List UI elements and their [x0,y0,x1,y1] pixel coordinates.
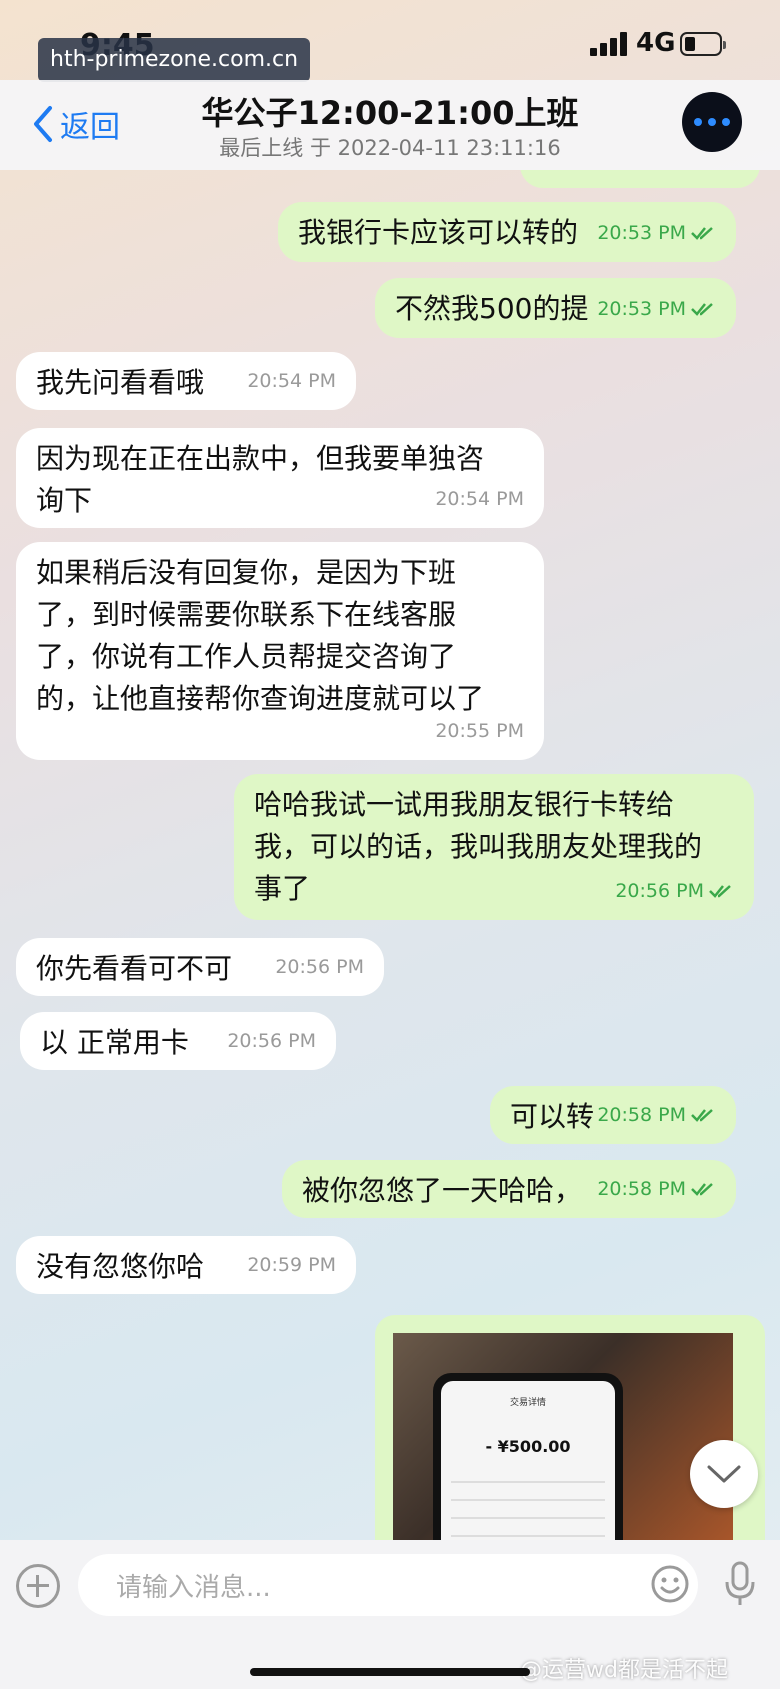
phone-screen: 交易详情 - ¥500.00 [441,1381,615,1540]
screen-amount: - ¥500.00 [485,1437,571,1456]
message-time: 20:54 PM [247,370,336,392]
chevron-down-icon [707,1465,741,1483]
message-time: 20:56 PM [227,1030,316,1052]
transaction-photo[interactable]: 交易详情 - ¥500.00 [393,1333,733,1540]
clipped-message-bubble [520,170,760,188]
message-text: 哈哈我试一试用我朋友银行卡转给 [254,788,675,821]
message-bubble[interactable]: 因为现在正在出款中，但我要单独咨 询下 20:54 PM [16,428,544,528]
message-bubble[interactable]: 我银行卡应该可以转的 20:53 PM [278,202,736,262]
double-check-icon [691,227,713,240]
message-text: 我，可以的话，我叫我朋友处理我的 [254,830,703,863]
double-check-icon [691,1183,713,1196]
message-time: 20:56 PM [275,956,364,978]
message-time: 20:53 PM [597,222,686,244]
status-bar: 9:45 4G hth-primezone.com.cn [0,0,780,82]
image-message-bubble[interactable]: 交易详情 - ¥500.00 [375,1315,765,1540]
emoji-icon[interactable] [650,1564,690,1604]
message-bubble[interactable]: 我先问看看哦 20:54 PM [16,352,356,410]
chat-title: 华公子12:00-21:00上班 [201,94,579,132]
add-attachment-icon[interactable] [16,1564,60,1608]
screen-title: 交易详情 [509,1398,546,1408]
message-bubble[interactable]: 可以转 20:58 PM [490,1086,736,1144]
message-input-bar: 请输入消息... @运营wd都是活不起 [0,1540,780,1689]
phone-in-photo: 交易详情 - ¥500.00 [433,1373,623,1540]
site-watermark: hth-primezone.com.cn [38,38,311,82]
message-time: 20:54 PM [435,488,524,510]
message-time: 20:53 PM [597,298,686,320]
last-seen-status: 最后上线 于 2022-04-11 23:11:16 [219,136,561,160]
message-time: 20:58 PM [597,1104,686,1126]
battery-icon [680,32,726,56]
microphone-icon[interactable] [722,1560,758,1608]
message-time: 20:58 PM [597,1178,686,1200]
message-text: 如果稍后没有回复你，是因为下班 [36,556,457,589]
double-check-icon [709,885,731,898]
source-credit: @运营wd都是活不起 [520,1658,728,1683]
message-bubble[interactable]: 没有忽悠你哈 20:59 PM [16,1236,356,1294]
message-text: 因为现在正在出款中，但我要单独咨 [36,442,485,475]
message-text: 了，你说有工作人员帮提交咨询了 [36,640,457,673]
signal-icon [590,32,628,56]
message-time: 20:55 PM [435,720,524,742]
message-text: 了，到时候需要你联系下在线客服 [36,598,457,631]
home-indicator [250,1668,530,1676]
message-bubble[interactable]: 如果稍后没有回复你，是因为下班 了，到时候需要你联系下在线客服 了，你说有工作人… [16,542,544,760]
message-bubble[interactable]: 你先看看可不可 20:56 PM [16,938,384,996]
message-list[interactable]: 我银行卡应该可以转的 20:53 PM 不然我500的提 20:53 PM 我先… [0,170,780,1540]
double-check-icon [691,1109,713,1122]
message-bubble[interactable]: 不然我500的提 20:53 PM [375,278,736,338]
message-input[interactable]: 请输入消息... [78,1554,698,1616]
message-bubble[interactable]: 以 正常用卡 20:56 PM [20,1012,336,1070]
message-time: 20:59 PM [247,1254,336,1276]
message-bubble[interactable]: 哈哈我试一试用我朋友银行卡转给 我，可以的话，我叫我朋友处理我的 事了 20:5… [234,774,754,920]
double-check-icon [691,303,713,316]
scroll-to-bottom-button[interactable] [690,1440,758,1508]
more-options-button[interactable] [682,92,742,152]
chat-header: 返回 华公子12:00-21:00上班 最后上线 于 2022-04-11 23… [0,80,780,170]
message-time: 20:56 PM [615,880,704,902]
network-type: 4G [636,28,676,58]
message-bubble[interactable]: 被你忽悠了一天哈哈， 20:58 PM [282,1160,736,1218]
